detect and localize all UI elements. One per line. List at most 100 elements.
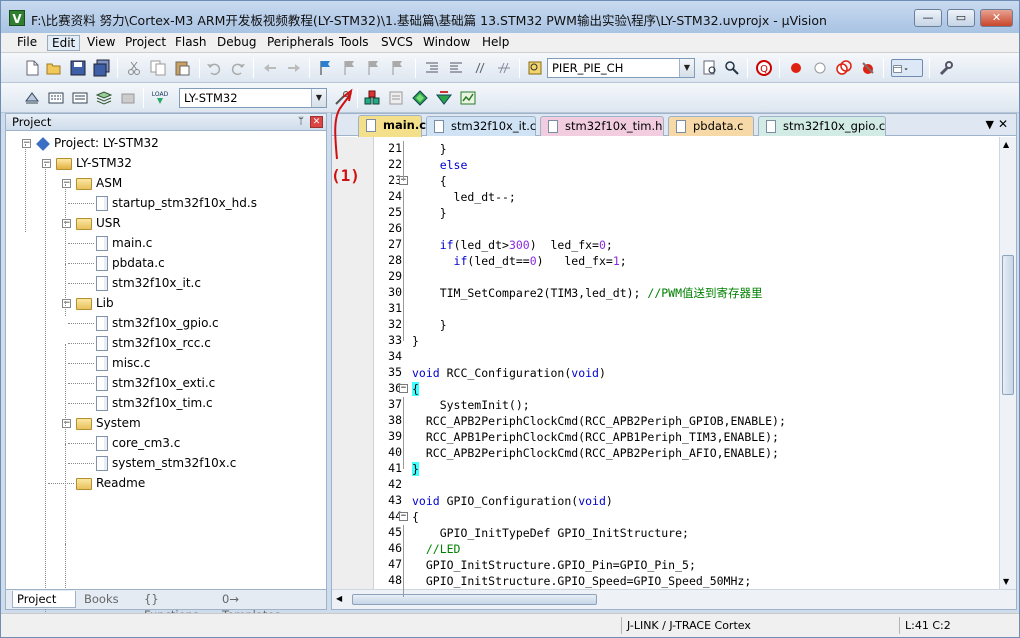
editor-tab-pbdata-c[interactable]: pbdata.c (668, 116, 754, 136)
close-tab-icon[interactable]: ✕ (998, 117, 1008, 131)
save-all-icon[interactable] (93, 59, 111, 77)
incremental-find-icon[interactable] (723, 59, 741, 77)
pin-icon[interactable]: ᛘ (298, 115, 304, 129)
menu-view[interactable]: View (83, 35, 119, 51)
tree-file[interactable]: stm32f10x_it.c (96, 273, 201, 293)
undo-icon[interactable] (205, 59, 223, 77)
code-line[interactable]: RCC_APB2PeriphClockCmd(RCC_APB2Periph_GP… (412, 413, 786, 429)
fold-toggle-icon[interactable]: − (399, 384, 408, 393)
clear-bookmarks-icon[interactable] (389, 59, 407, 77)
file-extensions-icon[interactable] (387, 89, 405, 107)
find-icon[interactable] (701, 59, 719, 77)
tree-folder[interactable]: Readme (76, 473, 145, 493)
panel-tab-2[interactable]: {} Functions (140, 591, 216, 622)
menu-window[interactable]: Window (419, 35, 474, 51)
editor-tab-stm32f10x-gpio-c[interactable]: stm32f10x_gpio.c (758, 116, 886, 136)
disable-breakpoints-icon[interactable] (835, 59, 853, 77)
code-line[interactable]: else (412, 157, 468, 173)
code-line[interactable]: if(led_dt>300) led_fx=0; (412, 237, 613, 253)
editor-tab-stm32f10x-it-c[interactable]: stm32f10x_it.c (426, 116, 536, 136)
code-line[interactable]: void RCC_Configuration(void) (412, 365, 606, 381)
code-line[interactable]: } (412, 141, 447, 157)
navigate-back-icon[interactable] (261, 59, 279, 77)
vertical-scroll-thumb[interactable] (1002, 255, 1014, 395)
tree-folder[interactable]: USR (76, 213, 121, 233)
rebuild-icon[interactable] (71, 89, 89, 107)
build-icon[interactable] (47, 89, 65, 107)
code-line[interactable]: { (412, 173, 447, 189)
kill-breakpoints-icon[interactable] (859, 59, 877, 77)
tree-collapse-icon[interactable]: − (62, 299, 71, 308)
scroll-left-icon[interactable]: ◀ (336, 594, 342, 603)
menu-flash[interactable]: Flash (171, 35, 210, 51)
code-line[interactable]: } (412, 205, 447, 221)
uncomment-icon[interactable] (495, 59, 513, 77)
fold-toggle-icon[interactable]: − (399, 512, 408, 521)
menu-tools[interactable]: Tools (335, 35, 373, 51)
panel-tab-1[interactable]: Books (80, 591, 138, 608)
code-line[interactable]: { (412, 381, 419, 397)
menu-edit[interactable]: Edit (47, 35, 81, 51)
new-file-icon[interactable] (23, 59, 41, 77)
close-panel-button[interactable]: ✕ (310, 116, 323, 128)
code-line[interactable]: GPIO_InitStructure.GPIO_Speed=GPIO_Speed… (412, 573, 751, 589)
unindent-icon[interactable] (447, 59, 465, 77)
tree-collapse-icon[interactable]: − (62, 419, 71, 428)
close-window-button[interactable]: ✕ (980, 9, 1013, 27)
code-line[interactable]: RCC_APB2PeriphClockCmd(RCC_APB2Periph_AF… (412, 445, 779, 461)
next-bookmark-icon[interactable] (365, 59, 383, 77)
menu-help[interactable]: Help (478, 35, 513, 51)
tree-file[interactable]: core_cm3.c (96, 433, 180, 453)
code-line[interactable]: { (412, 509, 419, 525)
maximize-button[interactable]: ▭ (947, 9, 975, 27)
code-line[interactable]: TIM_SetCompare2(TIM3,led_dt); //PWM值送到寄存… (412, 285, 763, 301)
tree-file[interactable]: misc.c (96, 353, 150, 373)
code-line[interactable]: } (412, 333, 419, 349)
tree-collapse-icon[interactable]: − (62, 179, 71, 188)
translate-icon[interactable] (23, 89, 41, 107)
tree-file[interactable]: main.c (96, 233, 152, 253)
code-line[interactable]: if(led_dt==0) led_fx=1; (412, 253, 627, 269)
panel-tab-3[interactable]: 0→ Templates (218, 591, 300, 622)
horizontal-scrollbar[interactable]: ◀ (332, 589, 1016, 609)
green-diamond-icon[interactable] (411, 89, 429, 107)
code-view[interactable]: } else { led_dt--; } if(led_dt>300) led_… (412, 137, 992, 589)
tree-file[interactable]: system_stm32f10x.c (96, 453, 236, 473)
indent-icon[interactable] (423, 59, 441, 77)
target-combo[interactable]: LY-STM32 ▼ (179, 88, 327, 108)
comment-icon[interactable] (471, 59, 489, 77)
paste-icon[interactable] (173, 59, 191, 77)
menu-peripherals[interactable]: Peripherals (263, 35, 338, 51)
menu-file[interactable]: File (13, 35, 41, 51)
code-line[interactable]: led_dt--; (412, 189, 516, 205)
code-line[interactable]: //LED (412, 541, 461, 557)
tab-list-dropdown-icon[interactable]: ▼ (986, 118, 994, 131)
target-combo-dropdown-icon[interactable]: ▼ (311, 89, 326, 107)
tree-collapse-icon[interactable]: − (42, 159, 51, 168)
code-line[interactable]: } (412, 317, 447, 333)
copy-icon[interactable] (149, 59, 167, 77)
tree-folder[interactable]: ASM (76, 173, 122, 193)
save-icon[interactable] (69, 59, 87, 77)
horizontal-scroll-thumb[interactable] (352, 594, 597, 605)
batch-build-icon[interactable] (95, 89, 113, 107)
vertical-scrollbar[interactable]: ▲ ▼ (999, 137, 1016, 589)
find-combo-dropdown-icon[interactable]: ▼ (679, 59, 694, 77)
minimize-button[interactable]: — (914, 9, 942, 27)
redo-icon[interactable] (229, 59, 247, 77)
tree-project[interactable]: Project: LY-STM32 (36, 133, 159, 153)
tree-file[interactable]: stm32f10x_gpio.c (96, 313, 219, 333)
navigate-forward-icon[interactable] (285, 59, 303, 77)
debug-session-icon[interactable]: Q (755, 59, 773, 77)
editor-tab-stm32f10x-tim-h[interactable]: stm32f10x_tim.h (540, 116, 664, 136)
window-layout-icon[interactable] (891, 59, 923, 77)
tree-collapse-icon[interactable]: − (62, 219, 71, 228)
code-line[interactable]: GPIO_InitStructure.GPIO_Pin=GPIO_Pin_5; (412, 557, 696, 573)
select-packs-icon[interactable] (459, 89, 477, 107)
code-line[interactable]: RCC_APB1PeriphClockCmd(RCC_APB1Periph_TI… (412, 429, 779, 445)
tree-folder[interactable]: Lib (76, 293, 114, 313)
find-in-files-icon[interactable] (526, 59, 544, 77)
previous-bookmark-icon[interactable] (341, 59, 359, 77)
panel-tab-0[interactable]: Project (12, 591, 76, 608)
tree-file[interactable]: stm32f10x_exti.c (96, 373, 215, 393)
